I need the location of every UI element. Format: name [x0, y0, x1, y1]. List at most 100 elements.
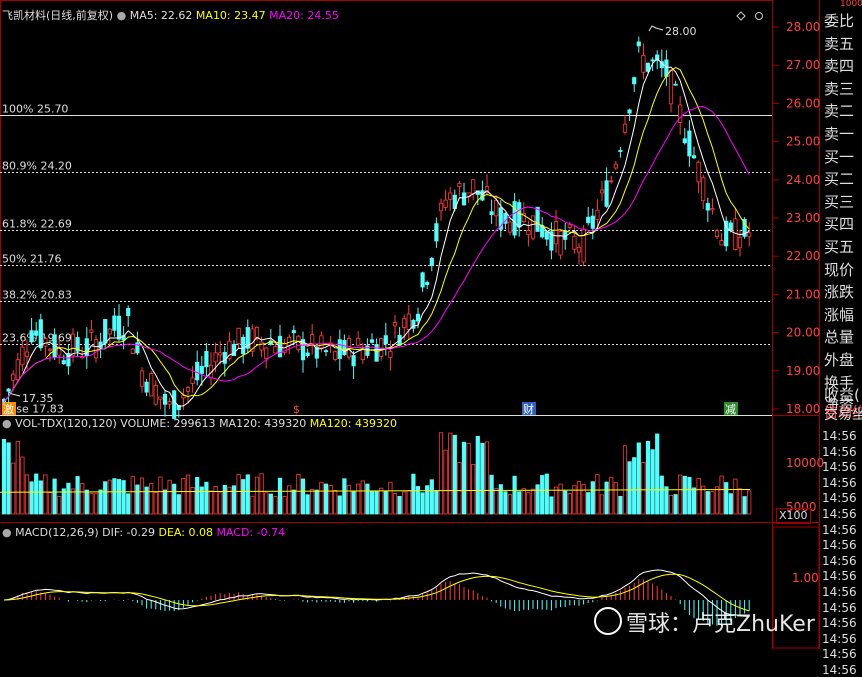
volume-bar [517, 491, 522, 515]
trade-time: 14:56 [822, 585, 857, 599]
sidebar-item: 外盘 [824, 351, 855, 369]
event-marker[interactable]: 激 [3, 402, 14, 416]
candle-body [687, 130, 692, 157]
volume-bar [103, 481, 108, 515]
candle-body [11, 373, 16, 381]
volume-bar [139, 477, 145, 515]
volume-bar [374, 490, 379, 515]
volume-bar [89, 492, 94, 515]
volume-bar [305, 494, 310, 515]
volume-bar [236, 474, 241, 515]
volume-bar [719, 475, 724, 515]
settings-dot-icon[interactable]: ● [117, 9, 127, 22]
candle-body [112, 315, 117, 331]
settings-dot-icon[interactable]: ● [2, 417, 12, 430]
volume-bar [107, 479, 112, 515]
volume-bar [622, 445, 628, 515]
volume-bar [641, 462, 646, 515]
candle-body [733, 218, 738, 250]
volume-bar [185, 474, 191, 515]
volume-bar [254, 476, 260, 515]
volume-bar [38, 480, 43, 515]
candle-body [457, 183, 462, 187]
macd-axis-1: 1.00 [792, 571, 819, 585]
volume-bar [599, 494, 605, 515]
candle-body [627, 109, 632, 114]
event-marker[interactable]: $ [293, 403, 300, 416]
price-tick-label: 20.00 [786, 326, 820, 340]
volume-bar [673, 494, 678, 515]
candle-body [130, 348, 135, 354]
price-tick-label: 27.00 [786, 58, 820, 72]
macd-title: MACD(12,26,9) [15, 526, 99, 539]
volume-bar [333, 489, 338, 515]
high-marker-line [648, 25, 664, 32]
volume-bar [567, 493, 572, 515]
fibonacci-lines: 100% 25.70 80.9% 24.20 61.8% 22.69 50% 21.7… [0, 103, 772, 416]
candle-body [438, 202, 444, 212]
trade-time: 14:56 [822, 647, 857, 662]
candle-body [61, 360, 66, 364]
candle-body [20, 346, 25, 366]
sidebar-item: 卖三 [824, 79, 855, 98]
settings-dot-icon[interactable]: ● [2, 526, 12, 539]
volume-bar [310, 489, 315, 515]
candle-body [15, 359, 20, 381]
volume-bar [438, 432, 444, 515]
candle-body [305, 352, 310, 356]
event-marker[interactable]: 财 [523, 402, 534, 416]
ma5-label: MA5: 22.62 [129, 9, 193, 22]
candle-body [34, 330, 39, 336]
volume-bar [98, 489, 103, 515]
candle-body [236, 327, 241, 344]
volume-bar [213, 486, 218, 515]
price-axis: 28.00 27.00 26.00 25.00 24.00 23.00 22.00 21.00… [773, 20, 820, 416]
price-tick-label: 24.00 [786, 173, 820, 187]
volume-bar [549, 496, 554, 515]
candle-body [204, 351, 209, 368]
volume-bar [379, 487, 384, 515]
candle-body [415, 313, 421, 322]
macd-header: ● MACD(12,26,9) DIF: -0.29 DEA: 0.08 MAC… [2, 526, 285, 540]
candle-body [489, 211, 494, 216]
volume-bar [130, 476, 135, 515]
volume-bar [443, 449, 448, 515]
volume-bar [222, 484, 227, 515]
volume-bar [75, 476, 80, 515]
candle-body [172, 390, 177, 419]
volume-bar [296, 473, 301, 515]
candle-body [167, 401, 172, 405]
volume-bar [475, 435, 480, 515]
trade-time: 14:56 [822, 553, 857, 568]
event-marker[interactable]: 减 [725, 403, 736, 416]
volume-bar [287, 485, 292, 515]
candle-body [714, 230, 720, 238]
circle-icon[interactable] [755, 12, 763, 20]
volume-bar [47, 492, 53, 515]
candle-body [360, 348, 365, 361]
volume-bar [80, 483, 85, 515]
ma10-label: MA10: 23.47 [195, 9, 266, 22]
candle-body [199, 365, 204, 374]
diamond-icon[interactable] [736, 11, 746, 21]
sidebar-item[interactable]: 交易坐 [824, 404, 862, 426]
volume-bar [425, 485, 430, 515]
macd-value-label: MACD: -0.74 [216, 526, 286, 539]
volume-bar [609, 476, 614, 515]
trade-time: 14:56 [822, 491, 857, 506]
candle-body [116, 315, 122, 340]
candle-body [636, 41, 641, 47]
chart-canvas[interactable]: 100% 25.70 80.9% 24.20 61.8% 22.69 50% 21.7… [0, 0, 862, 649]
sidebar-item: 买四 [824, 215, 855, 234]
price-tick-label: 19.00 [786, 364, 820, 378]
dif-label: DIF: -0.29 [102, 526, 156, 539]
candle-body [323, 350, 329, 353]
candle-body [351, 355, 356, 367]
volume-bar [291, 489, 296, 515]
candle-body [259, 341, 264, 351]
volume-bar [126, 493, 131, 515]
candle-body [162, 394, 168, 405]
volume-bar [314, 489, 319, 515]
candle-body [448, 192, 453, 200]
candle-body [139, 370, 145, 387]
